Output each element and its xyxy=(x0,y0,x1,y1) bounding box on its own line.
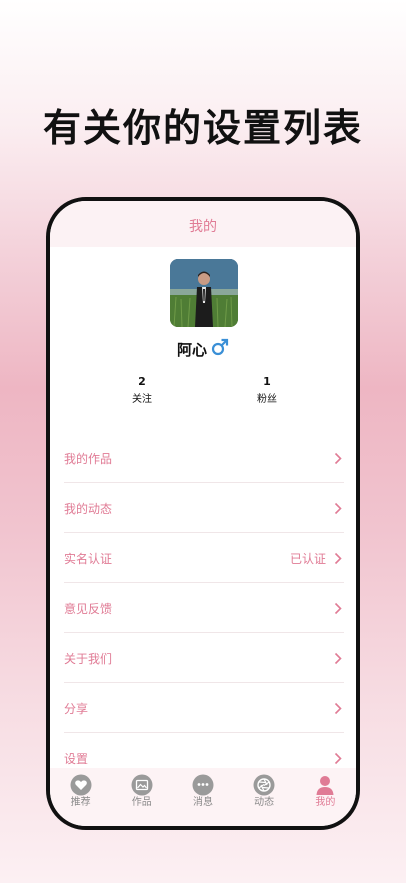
aperture-icon xyxy=(253,774,275,796)
avatar-photo xyxy=(170,259,238,327)
chevron-right-icon xyxy=(334,502,342,515)
stat-following[interactable]: 2 关注 xyxy=(102,375,182,407)
tab-bar: 推荐 作品 消息 动态 我的 xyxy=(50,768,356,826)
stat-followers[interactable]: 1 粉丝 xyxy=(227,375,307,407)
chevron-right-icon xyxy=(334,602,342,615)
verification-status: 已认证 xyxy=(289,552,326,566)
menu-item-my-posts[interactable]: 我的动态 xyxy=(64,483,344,533)
menu-item-feedback[interactable]: 意见反馈 xyxy=(64,583,344,633)
chevron-right-icon xyxy=(334,652,342,665)
chevron-right-icon xyxy=(334,552,342,565)
profile-name-row: 阿心 xyxy=(50,338,356,360)
menu-item-label: 我的动态 xyxy=(64,502,113,516)
menu-item-label: 我的作品 xyxy=(64,452,113,466)
tab-messages[interactable]: 消息 xyxy=(178,774,228,809)
stat-following-value: 2 xyxy=(138,375,146,388)
avatar[interactable] xyxy=(170,259,238,327)
menu-item-label: 实名认证 xyxy=(64,552,113,566)
heart-icon xyxy=(70,774,92,796)
stat-followers-value: 1 xyxy=(263,375,271,388)
chevron-right-icon xyxy=(334,452,342,465)
tab-label: 消息 xyxy=(192,797,213,808)
menu-item-label: 分享 xyxy=(64,702,89,716)
tab-recommend[interactable]: 推荐 xyxy=(56,774,106,809)
tab-label: 我的 xyxy=(315,797,336,808)
nav-bar: 我的 xyxy=(50,201,356,247)
profile-name: 阿心 xyxy=(176,341,207,359)
stat-following-label: 关注 xyxy=(132,394,152,405)
profile-screen: 我的 阿心 2 关注 1 粉丝 我的作品 我的动态 实名认证 已认证 意见反馈 … xyxy=(50,201,356,826)
person-icon xyxy=(316,776,334,795)
menu-item-about-us[interactable]: 关于我们 xyxy=(64,633,344,683)
menu-item-label: 设置 xyxy=(64,752,89,766)
nav-title: 我的 xyxy=(189,219,217,235)
settings-menu: 我的作品 我的动态 实名认证 已认证 意见反馈 关于我们 分享 设置 xyxy=(64,433,344,783)
tab-label: 推荐 xyxy=(70,797,91,808)
headline: 有关你的设置列表 xyxy=(42,105,363,150)
tab-label: 动态 xyxy=(254,797,275,808)
phone-frame: 我的 阿心 2 关注 1 粉丝 我的作品 我的动态 实名认证 已认证 意见反馈 … xyxy=(46,197,360,830)
chevron-right-icon xyxy=(334,752,342,765)
menu-item-share[interactable]: 分享 xyxy=(64,683,344,733)
menu-item-verification[interactable]: 实名认证 已认证 xyxy=(64,533,344,583)
male-icon xyxy=(211,338,229,360)
menu-item-label: 关于我们 xyxy=(64,652,113,666)
menu-item-my-works[interactable]: 我的作品 xyxy=(64,433,344,483)
tab-mine[interactable]: 我的 xyxy=(300,774,350,809)
stat-followers-label: 粉丝 xyxy=(257,394,277,405)
chevron-right-icon xyxy=(334,702,342,715)
image-icon xyxy=(131,774,153,796)
tab-label: 作品 xyxy=(131,797,152,808)
tab-works[interactable]: 作品 xyxy=(117,774,167,809)
menu-item-label: 意见反馈 xyxy=(64,602,113,616)
chat-icon xyxy=(192,774,214,796)
tab-moments[interactable]: 动态 xyxy=(239,774,289,809)
